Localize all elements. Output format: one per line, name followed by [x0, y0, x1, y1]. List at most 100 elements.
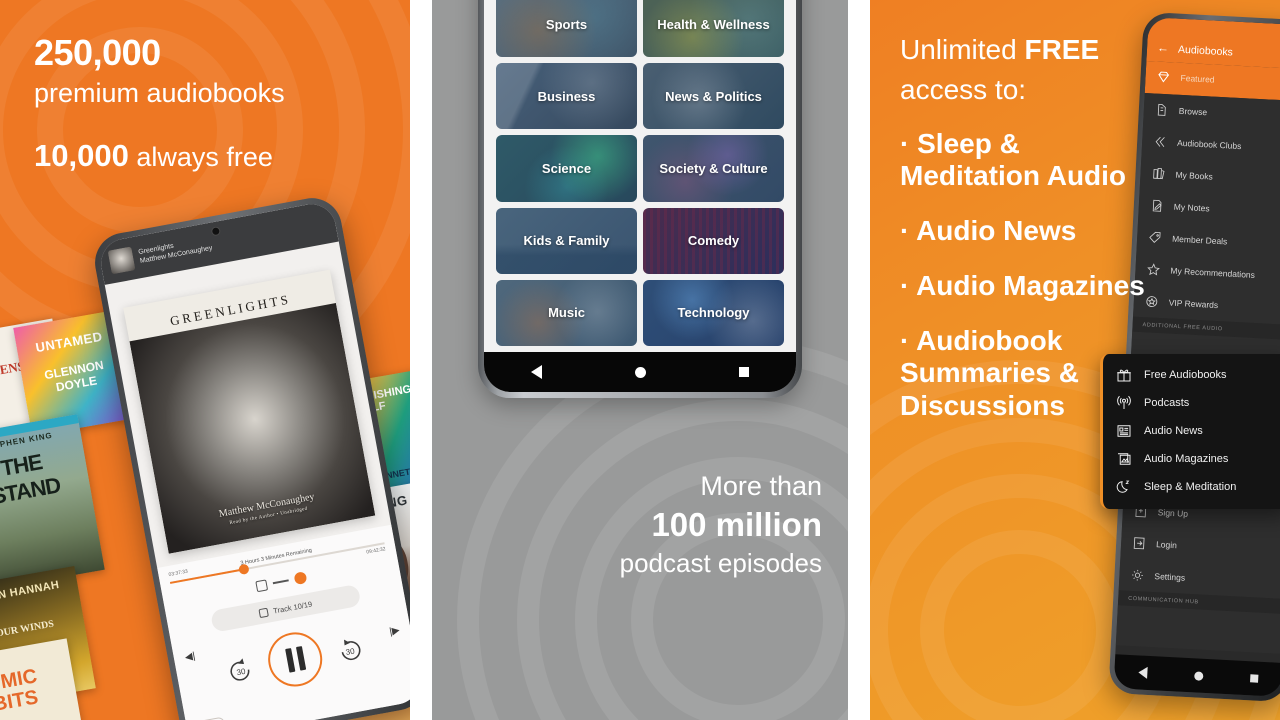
back-button-icon[interactable]	[530, 365, 542, 379]
headline: Unlimited FREE access to:	[900, 30, 1160, 110]
panel-divider-right	[848, 0, 870, 720]
menu-item-label: My Notes	[1173, 201, 1210, 214]
bullet-audio-news: · Audio News	[900, 215, 1160, 248]
previous-track-icon[interactable]: ◀|	[184, 651, 196, 664]
genre-tile-business[interactable]: Business	[496, 63, 637, 130]
podcast-tagline: More than 100 million podcast episodes	[492, 470, 822, 580]
free-number: 10,000	[34, 137, 129, 173]
bullet-label: Audio News	[916, 215, 1077, 246]
speed-knob[interactable]	[292, 571, 307, 586]
popup-item-label: Audio Magazines	[1144, 453, 1229, 465]
bullet-label: Audio Magazines	[916, 269, 1145, 301]
next-track-icon[interactable]: |▶	[389, 625, 401, 638]
genre-tile-comedy[interactable]: Comedy	[643, 207, 784, 274]
recents-button-icon[interactable]	[739, 367, 750, 377]
login-icon	[1131, 535, 1148, 552]
magazine-icon	[1115, 450, 1133, 468]
genre-grid: Sports Health & Wellness Business News &…	[484, 0, 796, 352]
android-nav-bar	[484, 352, 796, 392]
home-button-icon[interactable]	[634, 366, 646, 378]
bullet-marker: ·	[900, 127, 910, 159]
popup-item-label: Free Audiobooks	[1144, 369, 1227, 381]
tagline-line-3: podcast episodes	[619, 547, 822, 578]
genre-label: Sports	[545, 16, 588, 32]
genre-tile-news-politics[interactable]: News & Politics	[643, 63, 784, 130]
track-list-icon	[258, 607, 270, 618]
panel-divider-left	[410, 0, 432, 720]
bullet-audio-magazines: · Audio Magazines	[900, 270, 1160, 303]
elapsed-time: 03:37:33	[168, 568, 189, 579]
popup-item-audio-news[interactable]: Audio News	[1103, 417, 1280, 445]
free-audio-popup-menu: Free Audiobooks Podcasts Audio News Audi…	[1100, 354, 1280, 509]
popup-item-sleep-meditation[interactable]: Sleep & Meditation	[1103, 473, 1280, 501]
genre-label: Technology	[677, 305, 750, 321]
genre-label: Health & Wellness	[657, 16, 770, 32]
bullet-label: Sleep & Meditation Audio	[900, 127, 1127, 192]
track-label: Track 10/19	[272, 599, 313, 616]
headline-prefix: Unlimited	[900, 34, 1025, 65]
genre-label: Comedy	[687, 233, 740, 249]
headline-strong: FREE	[1024, 34, 1100, 65]
genre-tile-society-culture[interactable]: Society & Culture	[643, 135, 784, 202]
phone-screen-genres: Browse by genre Sports Health & Wellness	[484, 0, 796, 392]
moon-icon	[1115, 478, 1133, 496]
free-line: 10,000 always free	[34, 137, 394, 173]
bullet-sleep-meditation: · Sleep & Meditation Audio	[900, 128, 1160, 194]
book-author: KRISTIN HANNAH	[0, 578, 61, 609]
free-label: always free	[136, 141, 273, 172]
android-nav-bar	[1113, 654, 1280, 697]
playback-speed-button[interactable]: 1x	[197, 716, 226, 720]
menu-item-label: Browse	[1178, 105, 1208, 118]
communication-hub-section	[1115, 605, 1280, 654]
panel-free-access: ← Audiobooks Featured Browse Audiobook C…	[870, 0, 1280, 720]
genre-label: News & Politics	[665, 88, 762, 104]
genre-label: Music	[548, 305, 585, 321]
back-button-icon[interactable]	[1137, 666, 1148, 679]
now-playing-thumbnail	[107, 246, 136, 275]
popup-item-podcasts[interactable]: Podcasts	[1103, 389, 1280, 417]
account-menu: Sign Up Login Settings	[1118, 494, 1280, 600]
stat-label: premium audiobooks	[34, 77, 285, 108]
speed-track	[272, 579, 289, 585]
bullet-marker: ·	[900, 215, 910, 246]
menu-item-label: Member Deals	[1171, 233, 1228, 247]
genre-tile-technology[interactable]: Technology	[643, 279, 784, 346]
popup-item-label: Sleep & Meditation	[1144, 481, 1237, 493]
news-icon	[1115, 422, 1133, 440]
podcast-icon	[1115, 394, 1133, 412]
recents-button-icon[interactable]	[1250, 674, 1259, 683]
genre-tile-science[interactable]: Science	[496, 135, 637, 202]
popup-item-audio-magazines[interactable]: Audio Magazines	[1103, 445, 1280, 473]
genre-tile-sports[interactable]: Sports	[496, 0, 637, 58]
genre-tile-health-wellness[interactable]: Health & Wellness	[643, 0, 784, 58]
rewind-30-button[interactable]: 30	[223, 651, 259, 687]
book-title: THE STAND	[0, 449, 63, 510]
book-cover: STEPHEN KING THE STAND	[0, 414, 105, 592]
screenshot-root: Yuval Noah Harari SAPIENS UNTAMED GLENNO…	[0, 0, 1280, 720]
pause-bar-right	[295, 646, 306, 671]
pause-button[interactable]	[263, 627, 327, 691]
player-controls: 03:37:33 3 Hours 3 Minutes Remaining 09:…	[157, 524, 410, 720]
bullet-marker: ·	[900, 269, 910, 301]
book-author: GLENNON DOYLE	[43, 357, 105, 395]
popup-item-label: Audio News	[1144, 425, 1203, 437]
genre-label: Kids & Family	[523, 233, 610, 249]
panel-podcasts: Browse by genre Sports Health & Wellness	[432, 0, 848, 720]
home-button-icon[interactable]	[1194, 670, 1204, 681]
genre-tile-kids-family[interactable]: Kids & Family	[496, 207, 637, 274]
panel-audiobooks-stats: Yuval Noah Harari SAPIENS UNTAMED GLENNO…	[0, 0, 410, 720]
book-title: UNTAMED	[34, 328, 104, 356]
left-headline-block: 250,000 premium audiobooks 10,000 always…	[34, 34, 394, 173]
popup-item-free-audiobooks[interactable]: Free Audiobooks	[1103, 361, 1280, 389]
forward-30-button[interactable]: 30	[332, 631, 368, 667]
tagline-line-1: More than	[700, 471, 822, 501]
now-playing-text: Greenlights Matthew McConaughey	[138, 234, 214, 266]
genre-tile-music[interactable]: Music	[496, 279, 637, 346]
menu-item-label: Login	[1155, 539, 1178, 551]
menu-item-label: My Books	[1175, 169, 1214, 182]
menu-item-label: My Recommendations	[1170, 265, 1256, 280]
pause-bar-left	[284, 648, 295, 673]
genre-label: Science	[541, 160, 592, 176]
tagline-line-2: 100 million	[651, 505, 822, 543]
speed-icon	[254, 579, 268, 592]
